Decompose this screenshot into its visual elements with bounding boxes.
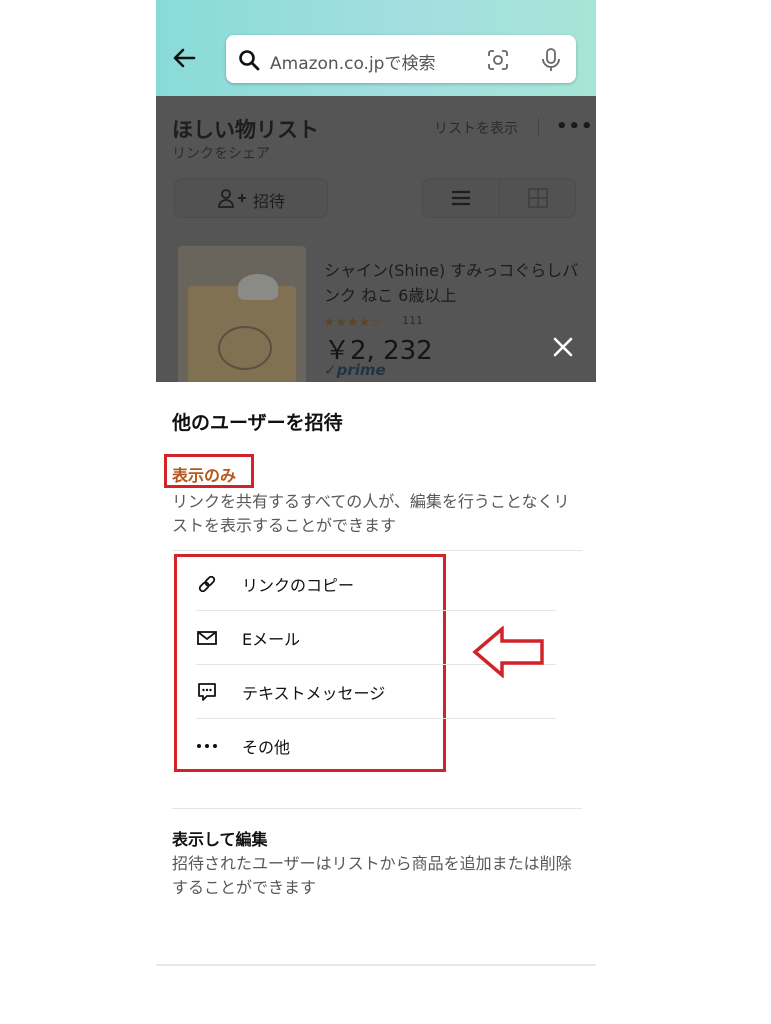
share-link[interactable]: リンクをシェア: [172, 143, 270, 163]
more-dots-icon: [197, 744, 217, 748]
dimmed-wishlist-overlay[interactable]: ほしい物リスト リンクをシェア リストを表示 ••• 招待 シャイン(Shine…: [156, 96, 596, 382]
close-icon[interactable]: [552, 336, 574, 358]
wishlist-title: ほしい物リスト: [172, 118, 319, 142]
view-only-label: 表示のみ: [172, 466, 237, 485]
option-label: その他: [242, 738, 291, 757]
grid-view-button[interactable]: [500, 179, 576, 217]
rating-count: 111: [402, 314, 423, 327]
back-arrow-icon[interactable]: [170, 44, 198, 72]
add-person-icon: [218, 189, 246, 208]
sheet-title: 他のユーザーを招待: [172, 412, 343, 434]
view-edit-description: 招待されたユーザーはリストから商品を追加または削除することができます: [172, 854, 572, 897]
divider: [172, 550, 582, 551]
prime-badge: ✓prime: [324, 361, 386, 379]
list-view-icon: [452, 190, 470, 206]
phone-screen: Amazon.co.jpで検索 ほしい物リスト リンクをシェア リストを表示 •…: [156, 0, 596, 1024]
pointer-arrow-icon: [472, 626, 544, 678]
search-icon: [239, 50, 260, 71]
product-title[interactable]: シャイン(Shine) すみっコぐらしバンク ねこ 6歳以上: [324, 258, 584, 308]
rating-stars: ★★★★☆: [324, 315, 383, 329]
option-more[interactable]: その他: [196, 718, 556, 772]
option-label: リンクのコピー: [242, 576, 355, 595]
camera-scan-icon[interactable]: [486, 48, 510, 72]
invite-sheet: 他のユーザーを招待 表示のみ リンクを共有するすべての人が、編集を行うことなくリ…: [156, 382, 596, 982]
list-view-button[interactable]: [423, 179, 499, 217]
option-copy-link[interactable]: リンクのコピー: [196, 556, 556, 610]
invite-button[interactable]: 招待: [174, 178, 328, 218]
link-icon: [198, 575, 216, 593]
header-divider: [538, 118, 539, 136]
search-bar[interactable]: Amazon.co.jpで検索: [226, 35, 576, 83]
search-header: Amazon.co.jpで検索: [156, 0, 596, 96]
divider: [172, 808, 582, 809]
product-image[interactable]: [178, 246, 306, 382]
option-label: テキストメッセージ: [242, 684, 386, 703]
option-label: Eメール: [242, 630, 301, 649]
mail-icon: [197, 631, 217, 645]
view-only-description: リンクを共有するすべての人が、編集を行うことなくリストを表示することができます: [172, 492, 570, 535]
more-options-icon[interactable]: •••: [556, 116, 594, 137]
view-toggle: [422, 178, 576, 218]
search-placeholder[interactable]: Amazon.co.jpで検索: [270, 49, 435, 74]
view-list-link[interactable]: リストを表示: [434, 118, 518, 138]
invite-label: 招待: [253, 192, 286, 211]
microphone-icon[interactable]: [540, 47, 562, 73]
view-edit-label[interactable]: 表示して編集: [172, 826, 268, 850]
message-icon: [198, 683, 216, 701]
grid-view-icon: [528, 188, 548, 208]
bottom-divider: [156, 964, 596, 966]
prime-label: prime: [336, 361, 386, 379]
